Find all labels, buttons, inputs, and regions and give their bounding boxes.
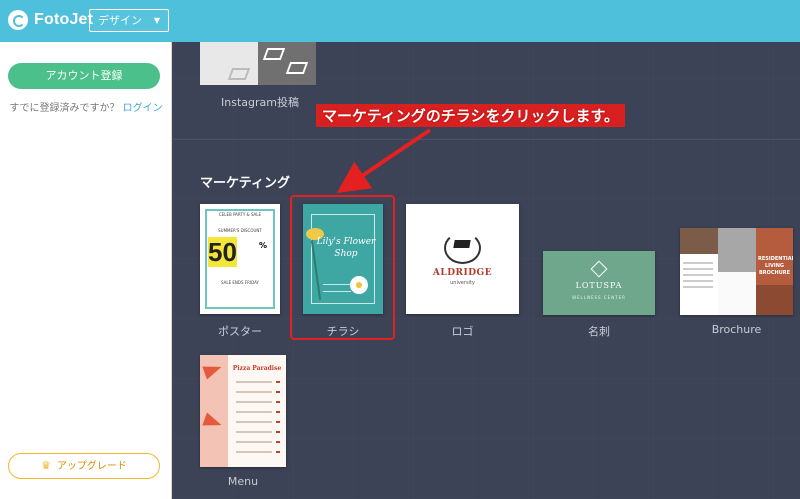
business-card-template[interactable]: LOTUSPA WELLNESS CENTER xyxy=(543,251,655,315)
text-line xyxy=(236,401,272,403)
laurel-wreath-icon xyxy=(444,232,481,264)
graduation-cap-icon xyxy=(453,240,471,248)
brochure-photo xyxy=(756,285,793,315)
logo-label: ロゴ xyxy=(451,325,474,338)
logo-name: ALDRIDGE xyxy=(432,268,493,278)
brochure-panel-middle xyxy=(718,228,756,315)
brochure-photo xyxy=(680,228,718,254)
poster-percent: % xyxy=(259,241,268,250)
login-prompt: すでに登録済みですか？ ログイン xyxy=(0,99,172,114)
brochure-label: Brochure xyxy=(711,323,762,336)
price-mark xyxy=(276,401,280,403)
menu-template[interactable]: Pizza Paradise xyxy=(200,355,286,467)
text-line xyxy=(236,381,272,383)
logo-sub: university xyxy=(450,280,475,286)
text-line xyxy=(683,268,713,270)
sidebar: アカウント登録 すでに登録済みですか？ ログイン ♛ アップグレード xyxy=(0,42,172,499)
upgrade-label: アップグレード xyxy=(56,461,127,472)
logo-text: FotoJet xyxy=(34,11,94,28)
poster-sub-text: SUMMER'S DISCOUNT xyxy=(218,228,262,233)
hexagon-shape xyxy=(227,68,251,80)
text-line xyxy=(236,411,272,413)
text-line xyxy=(236,391,272,393)
marketing-section-title: マーケティング xyxy=(200,176,290,191)
price-mark xyxy=(276,381,280,383)
brochure-panel-right: RESIDENTIAL LIVING BROCHURE xyxy=(756,228,793,315)
price-mark xyxy=(276,441,280,443)
chevron-down-icon: ▼ xyxy=(153,16,160,25)
text-line xyxy=(236,431,272,433)
poster-template[interactable]: CELEB PARTY & SALE SUMMER'S DISCOUNT 50 … xyxy=(200,204,280,314)
menu-label: Menu xyxy=(227,475,259,488)
price-mark xyxy=(276,411,280,413)
price-mark xyxy=(276,431,280,433)
brochure-photo xyxy=(718,228,756,272)
design-dropdown-value: デザイン xyxy=(98,14,142,27)
pizza-pattern xyxy=(200,355,228,467)
logo-template[interactable]: ALDRIDGE university xyxy=(406,204,519,314)
text-line xyxy=(236,441,272,443)
menu-title: Pizza Paradise xyxy=(232,365,282,372)
section-divider xyxy=(173,139,800,140)
login-link[interactable]: ログイン xyxy=(123,103,163,114)
brochure-title: RESIDENTIAL LIVING BROCHURE xyxy=(758,256,793,276)
annotation-callout: マーケティングのチラシをクリックします。 xyxy=(316,104,626,127)
instagram-post-label: Instagram投稿 xyxy=(221,96,299,109)
price-mark xyxy=(276,451,280,453)
price-mark xyxy=(276,421,280,423)
lotus-icon xyxy=(590,260,608,278)
text-line xyxy=(683,262,713,264)
register-button[interactable]: アカウント登録 xyxy=(8,63,160,89)
text-line xyxy=(236,421,272,423)
upgrade-button[interactable]: ♛ アップグレード xyxy=(8,453,160,479)
poster-small-text: SALE ENDS FRIDAY xyxy=(221,280,259,285)
text-line xyxy=(683,280,713,282)
design-dropdown[interactable]: デザイン ▼ xyxy=(89,9,169,32)
text-line xyxy=(236,451,272,453)
bizcard-name: LOTUSPA xyxy=(575,281,623,290)
fotojet-logo-icon xyxy=(8,10,28,30)
price-mark xyxy=(276,391,280,393)
login-prompt-text: すでに登録済みですか？ xyxy=(9,103,120,114)
top-bar: FotoJet デザイン ▼ xyxy=(0,0,800,42)
highlight-box xyxy=(290,195,395,340)
poster-head-text: CELEB PARTY & SALE xyxy=(218,212,262,217)
bizcard-sub: WELLNESS CENTER xyxy=(572,295,626,300)
brochure-panel-left xyxy=(680,228,718,315)
poster-big-number: 50 xyxy=(208,237,237,268)
crown-icon: ♛ xyxy=(41,459,51,472)
brochure-template[interactable]: RESIDENTIAL LIVING BROCHURE xyxy=(680,228,793,315)
poster-label: ポスター xyxy=(218,325,262,338)
fotojet-logo[interactable]: FotoJet xyxy=(8,10,93,30)
poster-big-number-text: 50 xyxy=(208,237,237,267)
business-card-label: 名刺 xyxy=(588,325,610,338)
text-line xyxy=(683,286,713,288)
text-line xyxy=(683,274,713,276)
instagram-post-thumbnail[interactable] xyxy=(200,42,316,85)
